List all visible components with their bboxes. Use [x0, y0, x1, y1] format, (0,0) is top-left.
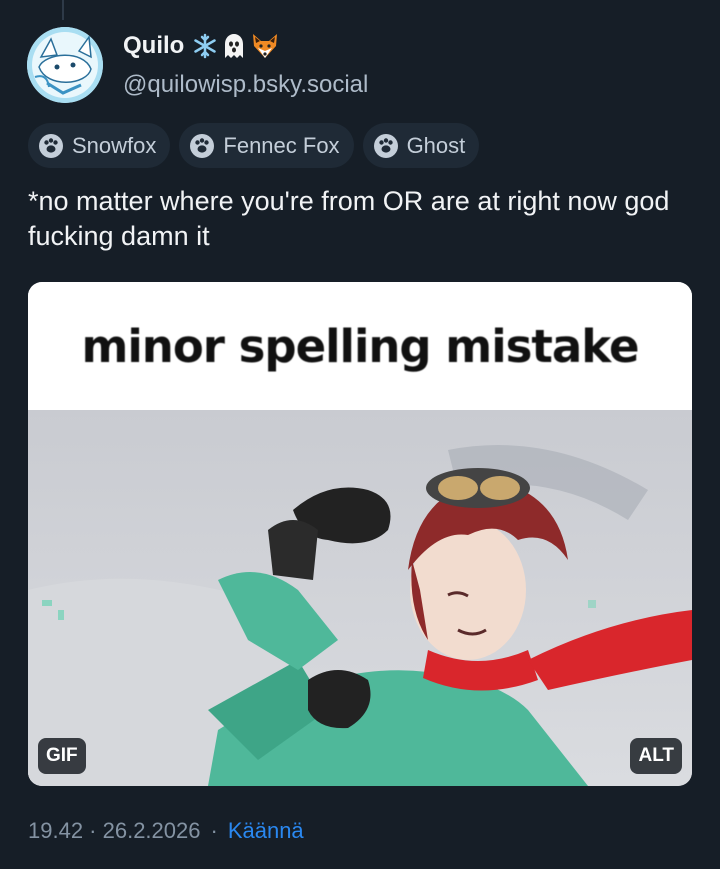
tag-ghost[interactable]: Ghost: [362, 123, 480, 168]
fox-icon: [253, 34, 278, 58]
meme-caption: minor spelling mistake: [81, 319, 639, 373]
avatar[interactable]: [27, 27, 103, 103]
snowflake-icon: [194, 33, 217, 59]
meta-separator: ·: [210, 818, 218, 843]
gif-embed[interactable]: minor spelling mistake GIF ALT: [28, 282, 692, 786]
name-emoji-group: [192, 32, 280, 60]
post-meta: 19.42 · 26.2.2026 · Käännä: [28, 818, 304, 844]
author-handle[interactable]: @quilowisp.bsky.social: [123, 71, 368, 99]
gif-badge: GIF: [38, 738, 86, 774]
tag-snowfox[interactable]: Snowfox: [28, 123, 171, 168]
paw-icon: [373, 133, 398, 158]
anime-character-image: [28, 410, 692, 786]
alt-text-button[interactable]: ALT: [630, 738, 682, 774]
tag-list: Snowfox Fennec Fox Ghost: [28, 123, 480, 168]
author-name-row: Quilo: [123, 32, 280, 60]
tag-label: Snowfox: [72, 132, 157, 158]
avatar-image: [27, 27, 103, 103]
post-text: *no matter where you're from OR are at r…: [28, 186, 670, 251]
tag-label: Ghost: [406, 132, 466, 158]
ghost-icon: [225, 34, 244, 58]
translate-link[interactable]: Käännä: [228, 818, 304, 844]
meme-caption-bar: minor spelling mistake: [28, 282, 692, 410]
paw-icon: [190, 133, 215, 158]
author-display-name[interactable]: Quilo: [123, 32, 184, 60]
tag-fennec-fox[interactable]: Fennec Fox: [179, 123, 354, 168]
post-timestamp[interactable]: 19.42 · 26.2.2026: [28, 818, 200, 844]
tag-label: Fennec Fox: [223, 132, 340, 158]
thread-line: [62, 0, 64, 20]
paw-icon: [39, 133, 63, 158]
